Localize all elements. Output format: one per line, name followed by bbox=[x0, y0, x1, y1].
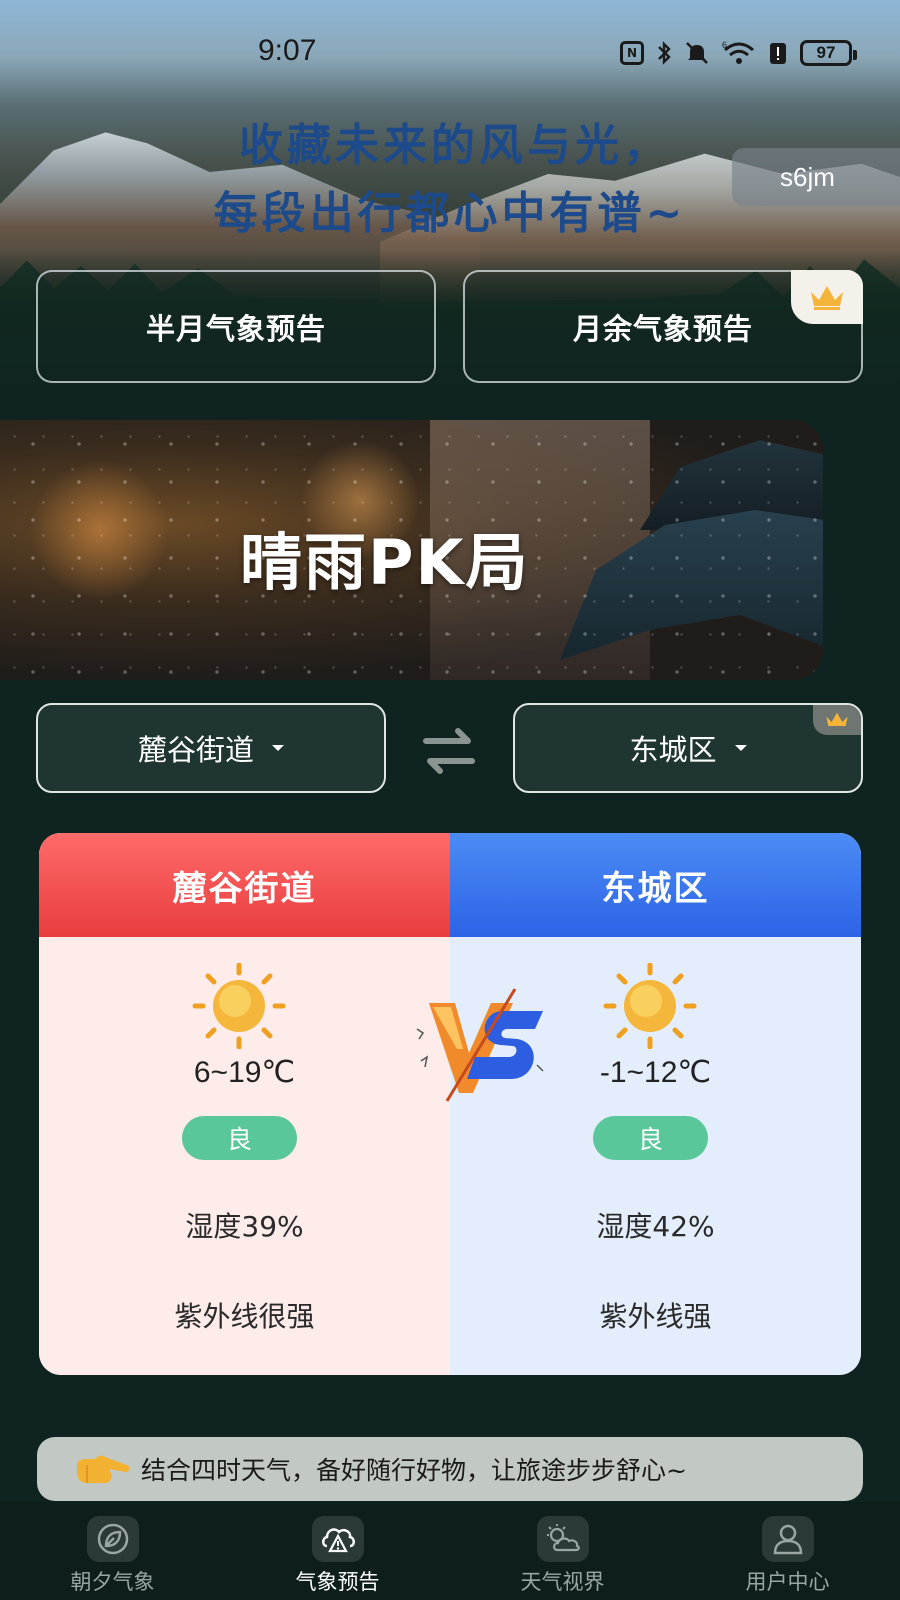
half-month-forecast-button[interactable]: 半月气象预告 bbox=[36, 270, 436, 383]
status-bar: 9:07 N 6 97 bbox=[0, 0, 900, 108]
wifi-icon: 6 bbox=[722, 40, 754, 64]
crown-icon bbox=[811, 286, 843, 310]
mute-icon bbox=[686, 42, 708, 64]
battery-level: 97 bbox=[816, 43, 836, 62]
sunny-rainy-pk-banner[interactable]: 晴雨PK局 bbox=[0, 420, 823, 680]
chevron-down-icon bbox=[272, 745, 284, 751]
location-select-right-value: 东城区 bbox=[629, 733, 717, 767]
leaf-icon bbox=[86, 1516, 139, 1562]
compare-right-name: 东城区 bbox=[450, 833, 861, 937]
cloud-alert-icon bbox=[311, 1516, 364, 1562]
battery-icon: 97 bbox=[800, 40, 857, 66]
nav-label: 气象预告 bbox=[295, 1570, 380, 1594]
user-icon bbox=[761, 1516, 814, 1562]
compare-left-uv: 紫外线很强 bbox=[174, 1300, 315, 1333]
compare-right-humidity: 湿度42% bbox=[596, 1210, 715, 1243]
tip-text: 结合四时天气，备好随行好物，让旅途步步舒心~ bbox=[141, 1456, 687, 1485]
swap-icon[interactable] bbox=[418, 727, 480, 775]
month-plus-forecast-button[interactable]: 月余气象预告 bbox=[463, 270, 863, 383]
user-chip[interactable]: s6jm bbox=[732, 148, 900, 206]
nav-label: 朝夕气象 bbox=[70, 1570, 155, 1594]
location-select-right[interactable]: 东城区 bbox=[513, 703, 863, 793]
sun-cloud-icon bbox=[536, 1516, 589, 1562]
nfc-icon: N bbox=[620, 41, 644, 65]
nav-item-user-center[interactable]: 用户中心 bbox=[675, 1502, 900, 1600]
half-month-forecast-label: 半月气象预告 bbox=[145, 311, 326, 346]
bluetooth-icon bbox=[658, 41, 671, 65]
vs-icon bbox=[416, 988, 544, 1102]
nav-label: 用户中心 bbox=[745, 1570, 830, 1594]
location-select-left[interactable]: 麓谷街道 bbox=[36, 703, 386, 793]
compare-left-temp: 6~19℃ bbox=[193, 1056, 296, 1089]
pointing-hand-icon bbox=[77, 1455, 130, 1483]
battery-saver-icon bbox=[770, 43, 786, 64]
sun-icon bbox=[189, 962, 289, 1050]
svg-text:6: 6 bbox=[722, 40, 727, 50]
nav-item-weather-home[interactable]: 朝夕气象 bbox=[0, 1502, 225, 1600]
chevron-down-icon bbox=[734, 745, 747, 751]
weather-compare-card: 麓谷街道 6~19℃ 良 湿度39% 紫外线很强 东城区 -1~12℃ 良 湿度… bbox=[39, 833, 861, 1375]
compare-left-humidity: 湿度39% bbox=[185, 1210, 304, 1243]
banner-title: 晴雨PK局 bbox=[240, 526, 530, 599]
crown-icon bbox=[826, 712, 848, 726]
vip-badge bbox=[813, 705, 861, 735]
compare-left-aqi-badge: 良 bbox=[182, 1116, 297, 1160]
compare-left-name: 麓谷街道 bbox=[39, 833, 450, 937]
compare-column-left: 麓谷街道 6~19℃ 良 湿度39% 紫外线很强 bbox=[39, 833, 450, 1375]
status-time: 9:07 bbox=[258, 34, 317, 67]
nav-label: 天气视界 bbox=[520, 1570, 605, 1594]
status-icons: N 6 97 bbox=[620, 36, 857, 70]
nav-item-forecast[interactable]: 气象预告 bbox=[225, 1502, 450, 1600]
month-plus-forecast-label: 月余气象预告 bbox=[572, 311, 753, 346]
sun-icon bbox=[600, 962, 700, 1050]
tip-bar[interactable]: 结合四时天气，备好随行好物，让旅途步步舒心~ bbox=[37, 1437, 863, 1501]
location-select-left-value: 麓谷街道 bbox=[137, 733, 254, 767]
bottom-nav: 朝夕气象 气象预告 天气视界 用户中心 bbox=[0, 1502, 900, 1600]
nav-item-weather-view[interactable]: 天气视界 bbox=[450, 1502, 675, 1600]
vip-badge bbox=[791, 270, 863, 324]
compare-right-aqi-badge: 良 bbox=[593, 1116, 708, 1160]
compare-right-uv: 紫外线强 bbox=[599, 1300, 712, 1333]
